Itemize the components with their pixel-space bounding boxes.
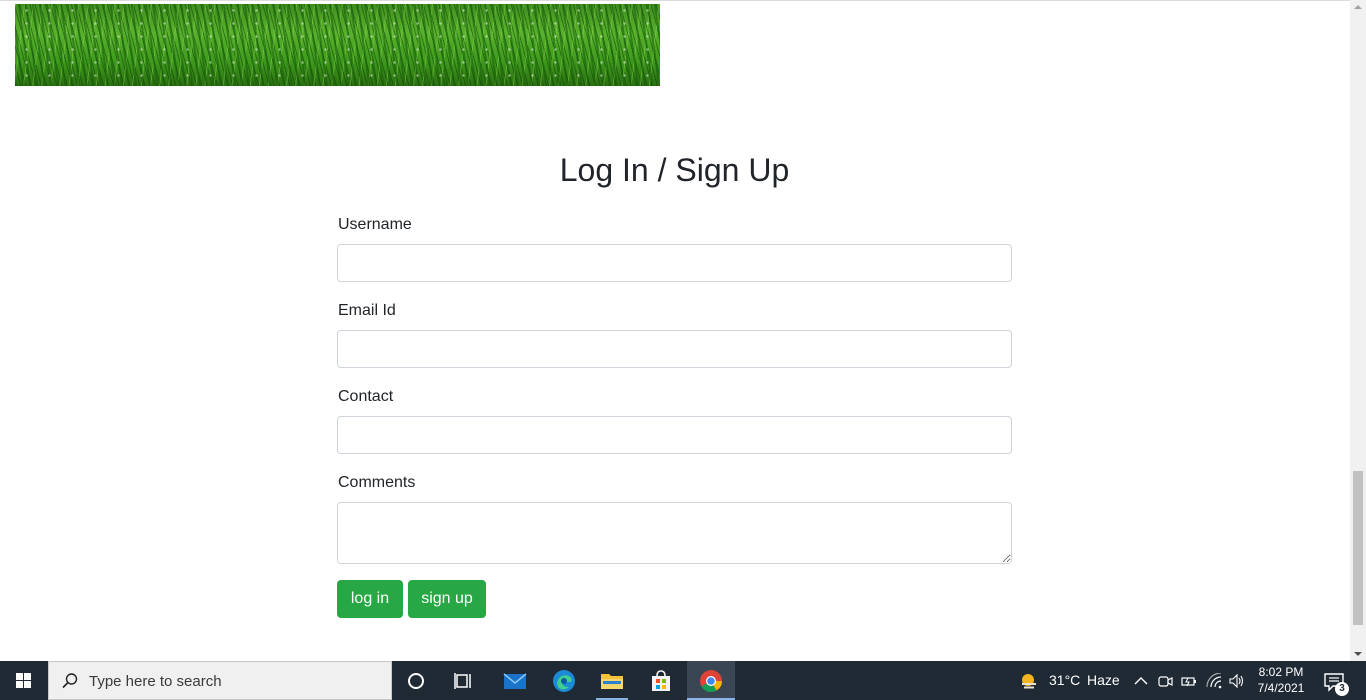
comments-label: Comments <box>338 474 416 491</box>
task-view-icon <box>454 673 471 689</box>
store-button[interactable] <box>637 661 685 700</box>
username-label: Username <box>338 216 412 233</box>
contact-label: Contact <box>338 388 394 405</box>
wifi-icon[interactable] <box>1206 673 1222 689</box>
cortana-button[interactable] <box>392 661 440 700</box>
mail-app-button[interactable] <box>491 661 539 700</box>
scroll-down-arrow-icon[interactable] <box>1350 647 1366 661</box>
email-input[interactable] <box>337 330 1012 368</box>
edge-icon <box>553 670 575 692</box>
grass-banner-image <box>15 4 660 86</box>
weather-temperature[interactable]: 31°C <box>1049 672 1080 688</box>
clock-time: 8:02 PM <box>1258 665 1304 679</box>
login-button[interactable]: log in <box>337 580 403 618</box>
search-placeholder: Type here to search <box>89 673 222 690</box>
edge-browser-button[interactable] <box>540 661 588 700</box>
browser-viewport: Log In / Sign Up Username Email Id Conta… <box>0 0 1350 661</box>
chrome-icon <box>700 670 722 692</box>
windows-taskbar: Type here to search 31°C Haze 8:02 PM 7/… <box>0 661 1366 700</box>
weather-haze-icon[interactable] <box>1019 671 1039 691</box>
file-explorer-button[interactable] <box>588 661 636 700</box>
scroll-thumb[interactable] <box>1353 471 1363 625</box>
clock-date: 7/4/2021 <box>1257 681 1305 695</box>
file-explorer-icon <box>601 674 623 689</box>
chrome-browser-button[interactable] <box>687 661 735 700</box>
meet-now-icon[interactable] <box>1157 673 1173 689</box>
cortana-icon <box>408 673 424 689</box>
form-title: Log In / Sign Up <box>559 152 790 188</box>
scroll-up-arrow-icon[interactable] <box>1350 0 1366 14</box>
task-view-button[interactable] <box>440 661 488 700</box>
contact-input[interactable] <box>337 416 1012 454</box>
chevron-up-icon[interactable] <box>1133 673 1149 689</box>
username-input[interactable] <box>337 244 1012 282</box>
taskbar-search-box[interactable]: Type here to search <box>48 661 392 700</box>
signup-button[interactable]: sign up <box>408 580 486 618</box>
start-button[interactable] <box>0 661 48 700</box>
weather-description[interactable]: Haze <box>1087 672 1120 688</box>
windows-logo-icon <box>16 673 32 689</box>
comments-textarea[interactable] <box>337 502 1012 564</box>
email-label: Email Id <box>338 302 396 319</box>
battery-charging-icon[interactable] <box>1181 673 1197 689</box>
search-icon <box>62 673 78 689</box>
system-clock[interactable]: 8:02 PM 7/4/2021 <box>1250 664 1312 696</box>
store-icon <box>652 670 670 691</box>
volume-icon[interactable] <box>1229 673 1245 689</box>
notification-count-badge: 3 <box>1335 682 1349 696</box>
mail-icon <box>503 673 527 689</box>
vertical-scrollbar[interactable] <box>1350 0 1366 661</box>
